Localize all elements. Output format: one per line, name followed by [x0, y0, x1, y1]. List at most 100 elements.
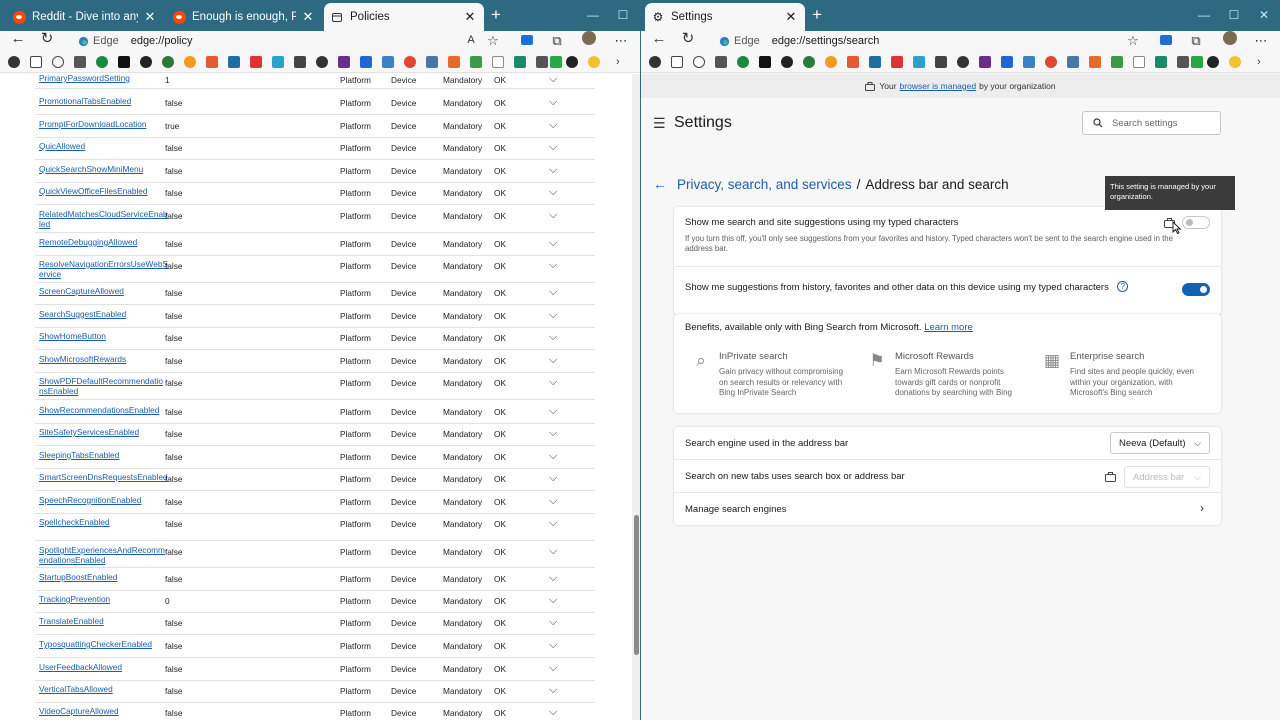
- minimize-icon[interactable]: —: [1191, 6, 1217, 24]
- favorite-orange-icon[interactable]: [448, 56, 460, 68]
- policy-name-link[interactable]: SiteSafetyServicesEnabled: [39, 427, 164, 437]
- favorite-x-icon[interactable]: [118, 56, 130, 68]
- favorite-link-icon[interactable]: [715, 56, 727, 68]
- expand-chevron-icon[interactable]: ⌵: [549, 427, 557, 440]
- expand-chevron-icon[interactable]: ⌵: [549, 662, 557, 675]
- policy-name-link[interactable]: QuickSearchShowMiniMenu: [39, 164, 164, 174]
- favorite-purple-icon[interactable]: [979, 56, 991, 68]
- policy-name-link[interactable]: ShowPDFDefaultRecommendatio nsEnabled: [39, 376, 164, 396]
- favorite-shop-icon[interactable]: [206, 56, 218, 68]
- expand-chevron-icon[interactable]: ⌵: [549, 545, 557, 558]
- back-button[interactable]: ←: [648, 29, 670, 49]
- favorite-white-icon[interactable]: [492, 56, 504, 68]
- favorite-shield-icon[interactable]: [1001, 56, 1013, 68]
- maximize-icon[interactable]: ☐: [610, 6, 636, 24]
- favorite-search-icon[interactable]: [825, 56, 837, 68]
- favorite-teal-icon[interactable]: [1155, 56, 1167, 68]
- favorite-m-icon[interactable]: [781, 56, 793, 68]
- policy-name-link[interactable]: SpellcheckEnabled: [39, 517, 164, 527]
- policy-name-link[interactable]: ScreenCaptureAllowed: [39, 286, 164, 296]
- close-tab-icon[interactable]: ✕: [300, 9, 316, 25]
- favorite-pin-icon[interactable]: [162, 56, 174, 68]
- expand-chevron-icon[interactable]: ⌵: [549, 405, 557, 418]
- expand-chevron-icon[interactable]: ⌵: [549, 209, 557, 222]
- policy-name-link[interactable]: TranslateEnabled: [39, 616, 164, 626]
- policy-name-link[interactable]: TyposquattingCheckerEnabled: [39, 639, 164, 649]
- address-bar[interactable]: Edge edge://settings/search: [719, 31, 1139, 51]
- policy-name-link[interactable]: VerticalTabsAllowed: [39, 684, 164, 694]
- manage-engines-row[interactable]: Manage search engines ›: [674, 493, 1221, 525]
- expand-chevron-icon[interactable]: ⌵: [549, 141, 557, 154]
- add-favorite-icon[interactable]: ☆: [482, 31, 504, 51]
- favorite-x-icon[interactable]: [759, 56, 771, 68]
- favorite-eye-icon[interactable]: [8, 56, 20, 68]
- favorite-w-icon[interactable]: [96, 56, 108, 68]
- favorite-red-icon[interactable]: [250, 56, 262, 68]
- search-engine-dropdown[interactable]: Neeva (Default) ⌵: [1110, 432, 1210, 454]
- more-menu-icon[interactable]: ⋯: [610, 31, 632, 51]
- expand-chevron-icon[interactable]: ⌵: [549, 706, 557, 719]
- extensions-icon[interactable]: ⧉: [1185, 31, 1207, 51]
- close-tab-icon[interactable]: ✕: [462, 9, 478, 25]
- favorite-page-icon[interactable]: [30, 56, 42, 68]
- favorite-circle-icon[interactable]: [957, 56, 969, 68]
- policy-name-link[interactable]: PromotionalTabsEnabled: [39, 96, 164, 106]
- tab-settings[interactable]: ⚙ Settings ✕: [645, 3, 805, 31]
- favorite-w-icon[interactable]: [737, 56, 749, 68]
- favorite-plane-icon[interactable]: [272, 56, 284, 68]
- tab-reddit[interactable]: Reddit - Dive into anything ✕: [6, 3, 164, 31]
- outlook-icon[interactable]: [516, 31, 538, 51]
- extensions-icon[interactable]: ⧉: [546, 31, 568, 51]
- add-favorite-icon[interactable]: ☆: [1122, 31, 1144, 51]
- tab-reddit-post[interactable]: Enough is enough, PT II : Microsof ✕: [166, 3, 322, 31]
- favorite-excel-icon[interactable]: [869, 56, 881, 68]
- expand-chevron-icon[interactable]: ⌵: [549, 259, 557, 272]
- favorite-dark-icon[interactable]: [935, 56, 947, 68]
- github-icon[interactable]: [566, 56, 578, 68]
- expand-chevron-icon[interactable]: ⌵: [549, 96, 557, 109]
- favorite-link-icon[interactable]: [74, 56, 86, 68]
- policy-name-link[interactable]: QuicAllowed: [39, 141, 164, 151]
- refresh-button[interactable]: ↻: [36, 29, 58, 49]
- favorite-excel-icon[interactable]: [228, 56, 240, 68]
- back-arrow-icon[interactable]: ←: [653, 176, 667, 192]
- new-tab-search-dropdown[interactable]: Address bar ⌵: [1124, 466, 1210, 488]
- policy-name-link[interactable]: ShowRecommendationsEnabled: [39, 405, 164, 415]
- outlook-icon[interactable]: [1155, 31, 1177, 51]
- refresh-button[interactable]: ↻: [677, 29, 699, 49]
- favorite-grey-icon[interactable]: [1177, 56, 1189, 68]
- expand-chevron-icon[interactable]: ⌵: [549, 331, 557, 344]
- policy-name-link[interactable]: RelatedMatchesCloudServiceEnab led: [39, 209, 168, 229]
- policy-name-link[interactable]: ShowMicrosoftRewards: [39, 354, 164, 364]
- favorite-green-icon[interactable]: [1111, 56, 1123, 68]
- favorite-bulb-icon[interactable]: [588, 56, 600, 68]
- help-icon[interactable]: ?: [1117, 281, 1129, 293]
- policy-name-link[interactable]: StartupBoostEnabled: [39, 572, 164, 582]
- favorite-white-icon[interactable]: [1133, 56, 1145, 68]
- expand-chevron-icon[interactable]: ⌵: [549, 309, 557, 322]
- policy-name-link[interactable]: SleepingTabsEnabled: [39, 450, 164, 460]
- profile-avatar[interactable]: [578, 31, 600, 51]
- favorite-history-icon[interactable]: [52, 56, 64, 68]
- favorite-dark-icon[interactable]: [294, 56, 306, 68]
- maximize-icon[interactable]: ☐: [1221, 6, 1247, 24]
- policy-name-link[interactable]: TrackingPrevention: [39, 594, 164, 604]
- policy-name-link[interactable]: SpotlightExperiencesAndRecomm endationsE…: [39, 545, 165, 565]
- new-tab-button[interactable]: +: [486, 6, 506, 26]
- favorite-page-icon[interactable]: [671, 56, 683, 68]
- policy-name-link[interactable]: PromptForDownloadLocation: [39, 119, 164, 129]
- favorite-history-icon[interactable]: [693, 56, 705, 68]
- expand-chevron-icon[interactable]: ⌵: [549, 616, 557, 629]
- managed-link[interactable]: browser is managed: [900, 81, 977, 91]
- favorite-vk-icon[interactable]: [426, 56, 438, 68]
- favorite-vk-icon[interactable]: [1067, 56, 1079, 68]
- back-button[interactable]: ←: [7, 29, 29, 49]
- favorite-m-icon[interactable]: [140, 56, 152, 68]
- expand-chevron-icon[interactable]: ⌵: [549, 354, 557, 367]
- policy-name-link[interactable]: SpeechRecognitionEnabled: [39, 495, 164, 505]
- read-aloud-icon[interactable]: A: [460, 31, 482, 51]
- favorite-bulb-icon[interactable]: [1229, 56, 1241, 68]
- favorite-p-icon[interactable]: [1023, 56, 1035, 68]
- favorite-pin-icon[interactable]: [803, 56, 815, 68]
- favorite-plane-icon[interactable]: [913, 56, 925, 68]
